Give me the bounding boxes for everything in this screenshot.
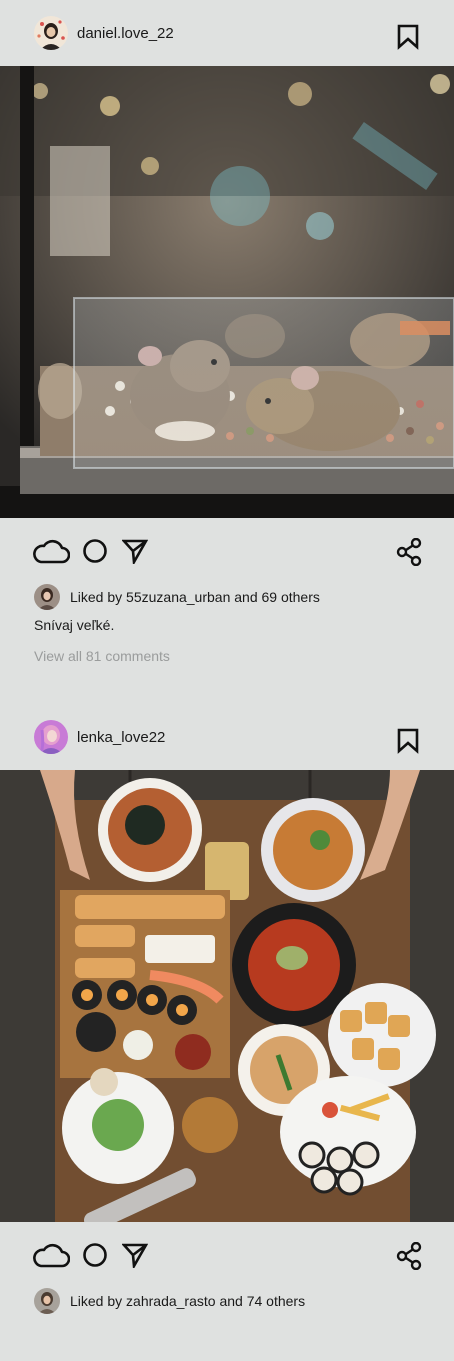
post-photo[interactable]: [0, 66, 454, 518]
avatar[interactable]: [34, 720, 68, 754]
circle-icon[interactable]: [82, 1242, 108, 1268]
likes-text: Liked by zahrada_rasto and 74 others: [70, 1293, 305, 1309]
send-arrow-icon[interactable]: [121, 538, 149, 567]
likes-row: Liked by zahrada_rasto and 74 others: [0, 1286, 454, 1314]
avatar[interactable]: [34, 584, 60, 610]
share-icon[interactable]: [396, 1241, 422, 1271]
share-icon[interactable]: [396, 537, 422, 567]
send-arrow-icon[interactable]: [121, 1242, 149, 1271]
likes-row: Liked by 55zuzana_urban and 69 others: [0, 582, 454, 610]
likes-prefix: Liked by: [70, 1293, 127, 1309]
view-comments-link[interactable]: View all 81 comments: [0, 638, 454, 664]
post-header: lenka_love22: [0, 704, 454, 770]
cloud-icon[interactable]: [32, 1242, 71, 1268]
post-header: daniel.love_22: [0, 0, 454, 66]
circle-icon[interactable]: [82, 538, 108, 564]
post-photo[interactable]: [0, 770, 454, 1222]
likes-prefix: Liked by: [70, 589, 127, 605]
post: lenka_love22 Liked by zahrada_rasto and …: [0, 704, 454, 1314]
likes-text: Liked by 55zuzana_urban and 69 others: [70, 589, 320, 605]
caption: Snívaj veľké.: [34, 617, 115, 633]
avatar[interactable]: [34, 16, 68, 50]
cloud-icon[interactable]: [32, 538, 71, 564]
likes-user[interactable]: 55zuzana_urban: [126, 589, 230, 605]
likes-suffix[interactable]: and 74 others: [216, 1293, 305, 1309]
username[interactable]: lenka_love22: [77, 729, 165, 746]
post-actions: [0, 518, 454, 582]
likes-user[interactable]: zahrada_rasto: [126, 1293, 216, 1309]
post: daniel.love_22 Liked by 55zuzana_urban a…: [0, 0, 454, 664]
likes-suffix[interactable]: and 69 others: [230, 589, 320, 605]
avatar[interactable]: [34, 1288, 60, 1314]
post-actions: [0, 1222, 454, 1286]
bookmark-icon[interactable]: [396, 24, 420, 50]
username[interactable]: daniel.love_22: [77, 25, 174, 42]
bookmark-icon[interactable]: [396, 728, 420, 754]
